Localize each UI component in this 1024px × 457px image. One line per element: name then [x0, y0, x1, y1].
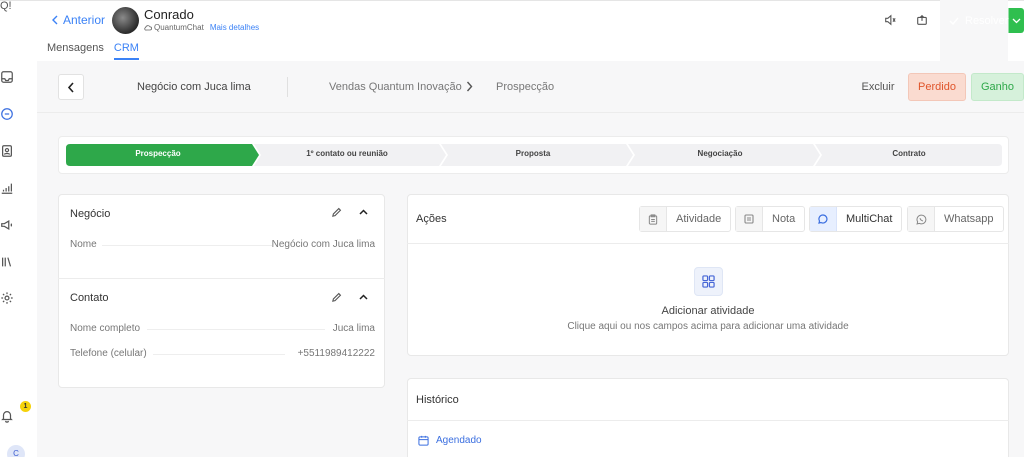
- chevron-up-icon[interactable]: [359, 209, 368, 215]
- whatsapp-button[interactable]: Whatsapp: [907, 206, 1004, 232]
- actions-title: Ações: [416, 213, 447, 225]
- library-icon[interactable]: [0, 255, 14, 269]
- reports-icon[interactable]: [0, 181, 14, 195]
- share-icon[interactable]: [916, 14, 930, 28]
- history-item-label: Agendado: [436, 435, 482, 446]
- calendar-icon: [418, 435, 429, 446]
- divider: [407, 243, 1009, 244]
- contact-avatar[interactable]: [112, 7, 139, 34]
- section-divider: [58, 278, 385, 279]
- chat-bubble-icon: [810, 207, 837, 231]
- won-button[interactable]: Ganho: [971, 73, 1024, 101]
- field-value-nome[interactable]: Negócio com Juca lima: [235, 239, 375, 250]
- add-activity-hint: Clique aqui ou nos campos acima para adi…: [567, 321, 849, 332]
- add-activity-title[interactable]: Adicionar atividade: [407, 305, 1009, 317]
- deal-back-button[interactable]: [58, 74, 84, 100]
- notification-badge: 1: [20, 401, 31, 412]
- current-stage-name[interactable]: Prospecção: [496, 81, 554, 93]
- chevron-left-icon: [51, 15, 59, 25]
- history-card: [407, 378, 1009, 457]
- settings-icon[interactable]: [0, 291, 14, 305]
- campaigns-icon[interactable]: [0, 218, 14, 232]
- delete-button[interactable]: Excluir: [853, 74, 903, 100]
- view-tabs: Mensagens CRM: [47, 42, 139, 60]
- history-item[interactable]: Agendado: [418, 435, 482, 446]
- clipboard-icon: [640, 207, 667, 231]
- back-link[interactable]: Anterior: [51, 13, 105, 27]
- field-label-nome: Nome: [70, 239, 97, 250]
- field-value-nome-completo[interactable]: Juca lima: [255, 323, 375, 334]
- note-icon: [736, 207, 763, 231]
- check-icon: [949, 17, 959, 25]
- top-border: [0, 0, 1024, 1]
- stage-label[interactable]: Prospecção: [96, 149, 220, 158]
- divider: [407, 420, 1009, 421]
- divider: [287, 77, 288, 97]
- channel-name: QuantumChat: [154, 23, 204, 32]
- resolve-button[interactable]: Resolver: [940, 0, 1024, 219]
- user-avatar[interactable]: C: [7, 445, 25, 457]
- stage-label[interactable]: 1º contato ou reunião: [270, 149, 424, 158]
- resolve-dropdown-toggle[interactable]: [1009, 18, 1021, 24]
- cloud-icon: [144, 24, 152, 31]
- back-label: Anterior: [63, 13, 106, 27]
- stage-label[interactable]: Contrato: [834, 149, 984, 158]
- contacts-icon[interactable]: [0, 144, 14, 158]
- contact-name: Conrado: [144, 7, 194, 22]
- chat-icon[interactable]: [0, 107, 14, 121]
- inbox-icon[interactable]: [0, 70, 14, 84]
- field-value-telefone[interactable]: +5511989412222: [255, 348, 375, 359]
- whatsapp-icon: [908, 207, 935, 231]
- tab-crm[interactable]: CRM: [113, 42, 139, 60]
- lost-button[interactable]: Perdido: [908, 73, 966, 101]
- history-title: Histórico: [416, 394, 459, 406]
- deal-title: Negócio com Juca lima: [137, 81, 251, 93]
- field-label-nome-completo: Nome completo: [70, 323, 141, 334]
- chevron-right-icon: [466, 81, 473, 92]
- activity-button[interactable]: Atividade: [639, 206, 732, 232]
- grid-icon[interactable]: [694, 267, 723, 296]
- field-label-telefone: Telefone (celular): [70, 348, 147, 359]
- pencil-icon[interactable]: [331, 292, 342, 303]
- contact-section-title: Contato: [70, 292, 109, 304]
- stage-label[interactable]: Proposta: [458, 149, 608, 158]
- more-details-link[interactable]: Mais detalhes: [210, 23, 259, 32]
- pencil-icon[interactable]: [331, 207, 342, 218]
- bell-icon[interactable]: [0, 409, 14, 423]
- volume-icon[interactable]: [884, 14, 898, 28]
- stage-label[interactable]: Negociação: [645, 149, 795, 158]
- pipeline-name[interactable]: Vendas Quantum Inovação: [329, 81, 462, 93]
- chevron-up-icon[interactable]: [359, 294, 368, 300]
- contact-channel-info: QuantumChat Mais detalhes: [144, 23, 259, 32]
- business-section-title: Negócio: [70, 208, 111, 220]
- chevron-down-icon: [1012, 18, 1021, 23]
- multichat-button[interactable]: MultiChat: [809, 206, 903, 232]
- resolve-label: Resolver: [965, 14, 1009, 27]
- note-button[interactable]: Nota: [735, 206, 806, 232]
- tab-mensagens[interactable]: Mensagens: [47, 42, 104, 60]
- chevron-left-icon: [67, 81, 74, 93]
